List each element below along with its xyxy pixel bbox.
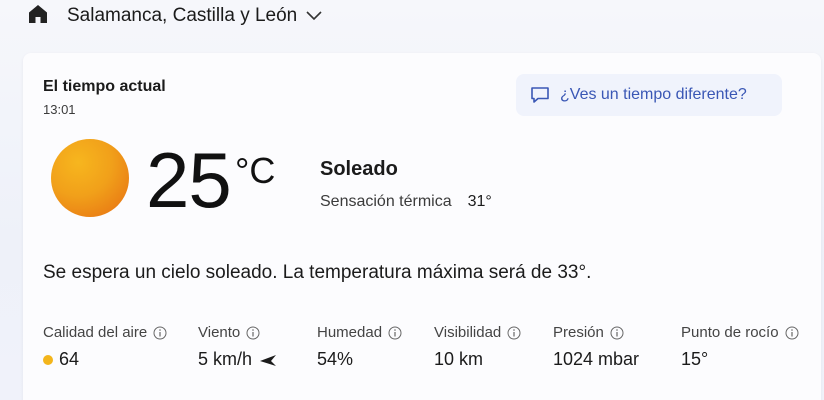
metric-label: Calidad del aire xyxy=(43,324,148,341)
metric-wind: Viento 5 km/h xyxy=(198,324,278,370)
metric-label: Humedad xyxy=(317,324,383,341)
info-icon[interactable] xyxy=(507,326,521,340)
top-bar: Salamanca, Castilla y León xyxy=(0,0,824,40)
metric-value: 54% xyxy=(317,349,354,369)
wind-direction-arrow-icon xyxy=(260,354,277,366)
metric-label: Visibilidad xyxy=(434,324,502,341)
chat-icon xyxy=(531,87,549,103)
metric-label: Presión xyxy=(553,324,604,341)
sun-icon xyxy=(51,139,129,217)
feels-like-label: Sensación térmica xyxy=(320,193,452,210)
different-weather-button[interactable]: ¿Ves un tiempo diferente? xyxy=(516,74,782,116)
observation-time: 13:01 xyxy=(43,102,76,117)
metric-visibility: Visibilidad 10 km xyxy=(434,324,521,370)
info-icon[interactable] xyxy=(785,326,799,340)
different-weather-label: ¿Ves un tiempo diferente? xyxy=(560,86,747,103)
metric-value: 64 xyxy=(59,349,80,369)
air-quality-indicator xyxy=(43,354,53,365)
feels-like-value: 31° xyxy=(467,193,492,210)
metric-value: 15° xyxy=(681,349,709,369)
temperature-unit[interactable]: °C xyxy=(235,150,275,192)
chevron-down-icon xyxy=(306,11,322,21)
metric-air-quality: Calidad del aire 64 xyxy=(43,324,167,370)
info-icon[interactable] xyxy=(246,326,260,340)
weather-condition: Soleado xyxy=(320,158,398,180)
location-name: Salamanca, Castilla y León xyxy=(67,5,298,26)
metric-value: 10 km xyxy=(434,349,484,369)
feels-like: Sensación térmica 31° xyxy=(320,193,492,211)
location-selector[interactable]: Salamanca, Castilla y León xyxy=(67,5,323,27)
info-icon[interactable] xyxy=(153,326,167,340)
metric-pressure: Presión 1024 mbar xyxy=(553,324,639,370)
metric-humidity: Humedad 54% xyxy=(317,324,402,370)
metric-dew-point: Punto de rocío 15° xyxy=(681,324,799,370)
metric-value: 1024 mbar xyxy=(553,349,640,369)
info-icon[interactable] xyxy=(388,326,402,340)
metric-label: Punto de rocío xyxy=(681,324,779,341)
home-icon[interactable] xyxy=(27,3,49,25)
card-title: El tiempo actual xyxy=(43,78,166,95)
metric-value: 5 km/h xyxy=(198,349,253,369)
info-icon[interactable] xyxy=(610,326,624,340)
metric-label: Viento xyxy=(198,324,241,341)
temperature-value: 25 xyxy=(146,136,232,224)
weather-summary: Se espera un cielo soleado. La temperatu… xyxy=(43,262,592,283)
